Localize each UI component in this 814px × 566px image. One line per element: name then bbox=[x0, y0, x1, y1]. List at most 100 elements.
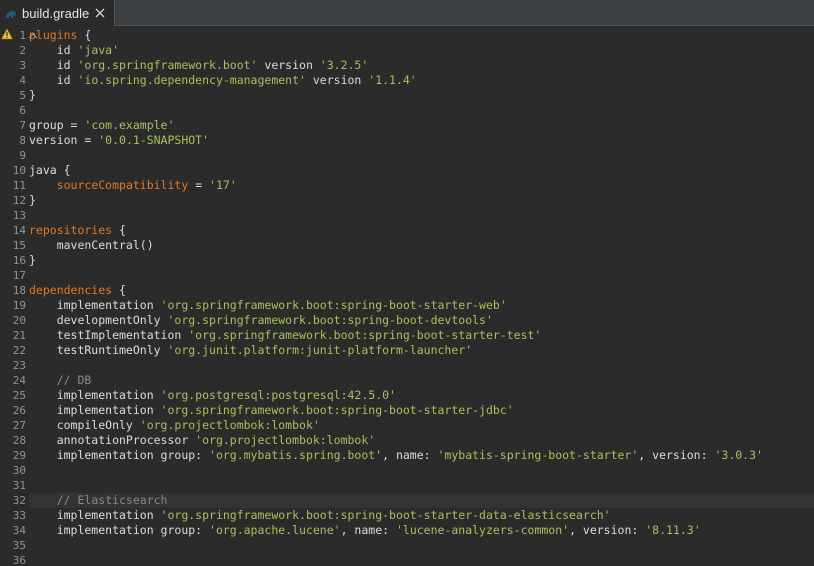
code-line-text: } bbox=[29, 253, 36, 268]
code-token: { bbox=[77, 28, 92, 42]
code-token: , name: bbox=[382, 448, 438, 462]
code-line[interactable] bbox=[29, 103, 814, 118]
code-line-text: // Elasticsearch bbox=[29, 493, 168, 508]
code-token: mavenCentral() bbox=[29, 238, 154, 252]
code-line[interactable]: implementation group: 'org.mybatis.sprin… bbox=[29, 448, 814, 463]
string-token: 'org.springframework.boot:spring-boot-st… bbox=[160, 508, 611, 522]
line-number: 18 bbox=[12, 284, 26, 297]
code-line[interactable]: id 'io.spring.dependency-management' ver… bbox=[29, 73, 814, 88]
string-token: 'lucene-analyzers-common' bbox=[395, 523, 570, 537]
code-line[interactable]: sourceCompatibility = '17' bbox=[29, 178, 814, 193]
code-line[interactable]: version = '0.0.1-SNAPSHOT' bbox=[29, 133, 814, 148]
code-line[interactable]: } bbox=[29, 88, 814, 103]
code-token: id bbox=[29, 73, 78, 87]
string-token: 'org.springframework.boot' bbox=[77, 58, 258, 72]
code-line-text: // DB bbox=[29, 373, 92, 388]
keyword-token: plugins bbox=[29, 28, 78, 42]
code-line[interactable] bbox=[29, 358, 814, 373]
string-token: 'org.apache.lucene' bbox=[209, 523, 341, 537]
code-line[interactable]: implementation 'org.postgresql:postgresq… bbox=[29, 388, 814, 403]
code-line[interactable]: testImplementation 'org.springframework.… bbox=[29, 328, 814, 343]
code-line[interactable] bbox=[29, 538, 814, 553]
tab-title: build.gradle bbox=[22, 6, 90, 21]
code-line[interactable]: dependencies { bbox=[29, 283, 814, 298]
code-token: , version: bbox=[569, 523, 646, 537]
code-line-text: implementation 'org.postgresql:postgresq… bbox=[29, 388, 396, 403]
close-icon[interactable] bbox=[94, 7, 106, 19]
code-line-text: implementation group: 'org.mybatis.sprin… bbox=[29, 448, 763, 463]
string-token: 'org.springframework.boot:spring-boot-st… bbox=[188, 328, 542, 342]
code-token: annotationProcessor bbox=[29, 433, 196, 447]
string-token: '3.2.5' bbox=[319, 58, 369, 72]
code-line[interactable] bbox=[29, 268, 814, 283]
code-line[interactable] bbox=[29, 208, 814, 223]
line-number: 14 bbox=[12, 224, 26, 237]
string-token: 'org.projectlombok:lombok' bbox=[139, 418, 320, 432]
code-line-text: java { bbox=[29, 163, 71, 178]
line-number: 2 bbox=[19, 44, 26, 57]
code-line[interactable]: id 'java' bbox=[29, 43, 814, 58]
line-number: 30 bbox=[12, 464, 26, 477]
line-number: 21 bbox=[12, 329, 26, 342]
code-token: version bbox=[305, 73, 369, 87]
code-line[interactable]: testRuntimeOnly 'org.junit.platform:juni… bbox=[29, 343, 814, 358]
line-number: 32 bbox=[12, 494, 26, 507]
code-token: } bbox=[29, 193, 36, 207]
line-number: 24 bbox=[12, 374, 26, 387]
code-line[interactable]: annotationProcessor 'org.projectlombok:l… bbox=[29, 433, 814, 448]
code-token: id bbox=[29, 43, 78, 57]
line-number: 17 bbox=[12, 269, 26, 282]
code-line[interactable] bbox=[29, 463, 814, 478]
code-line[interactable]: implementation 'org.springframework.boot… bbox=[29, 298, 814, 313]
code-token: java { bbox=[29, 163, 71, 177]
code-line[interactable]: plugins { bbox=[29, 28, 814, 43]
code-token: implementation bbox=[29, 388, 161, 402]
line-number: 11 bbox=[12, 179, 26, 192]
code-line[interactable]: implementation group: 'org.apache.lucene… bbox=[29, 523, 814, 538]
code-line-text: developmentOnly 'org.springframework.boo… bbox=[29, 313, 493, 328]
code-line[interactable]: } bbox=[29, 193, 814, 208]
code-line-text: testRuntimeOnly 'org.junit.platform:juni… bbox=[29, 343, 472, 358]
code-line[interactable]: implementation 'org.springframework.boot… bbox=[29, 403, 814, 418]
code-line-text: } bbox=[29, 88, 36, 103]
code-line-text: dependencies { bbox=[29, 283, 126, 298]
code-token: testRuntimeOnly bbox=[29, 343, 168, 357]
code-line[interactable] bbox=[29, 478, 814, 493]
code-editor[interactable]: 1 2 3 4 5 6 7 8 9 10 11 12 13 14 15 16 17 18 19 20 21 22 23 24 2… bbox=[0, 27, 814, 566]
code-line[interactable]: developmentOnly 'org.springframework.boo… bbox=[29, 313, 814, 328]
code-line-text: sourceCompatibility = '17' bbox=[29, 178, 237, 193]
code-token: { bbox=[112, 283, 126, 297]
code-line[interactable]: implementation 'org.springframework.boot… bbox=[29, 508, 814, 523]
code-line-text: implementation 'org.springframework.boot… bbox=[29, 403, 514, 418]
code-line[interactable] bbox=[29, 148, 814, 163]
string-token: '17' bbox=[209, 178, 237, 192]
code-line-text: mavenCentral() bbox=[29, 238, 154, 253]
code-line[interactable]: repositories { bbox=[29, 223, 814, 238]
comment-token: // Elasticsearch bbox=[56, 493, 168, 507]
code-line-text: } bbox=[29, 193, 36, 208]
code-line[interactable]: } bbox=[29, 253, 814, 268]
code-line[interactable]: mavenCentral() bbox=[29, 238, 814, 253]
line-number: 27 bbox=[12, 419, 26, 432]
line-number: 9 bbox=[19, 149, 26, 162]
keyword-token: sourceCompatibility bbox=[56, 178, 189, 192]
string-token: 'io.spring.dependency-management' bbox=[77, 73, 306, 87]
code-token: implementation bbox=[29, 298, 161, 312]
tab-build-gradle[interactable]: build.gradle bbox=[0, 0, 115, 26]
code-line[interactable]: java { bbox=[29, 163, 814, 178]
code-token: testImplementation bbox=[29, 328, 189, 342]
code-line-text: id 'io.spring.dependency-management' ver… bbox=[29, 73, 417, 88]
code-line[interactable] bbox=[29, 553, 814, 566]
code-line[interactable]: compileOnly 'org.projectlombok:lombok' bbox=[29, 418, 814, 433]
code-line[interactable]: id 'org.springframework.boot' version '3… bbox=[29, 58, 814, 73]
code-line[interactable]: // DB bbox=[29, 373, 814, 388]
line-number: 19 bbox=[12, 299, 26, 312]
code-token: } bbox=[29, 253, 36, 267]
code-line[interactable]: group = 'com.example' bbox=[29, 118, 814, 133]
code-token: version = bbox=[29, 133, 99, 147]
code-token: } bbox=[29, 88, 36, 102]
line-number: 31 bbox=[12, 479, 26, 492]
current-code-line[interactable]: // Elasticsearch bbox=[29, 493, 814, 508]
line-number: 23 bbox=[12, 359, 26, 372]
line-number: 12 bbox=[12, 194, 26, 207]
